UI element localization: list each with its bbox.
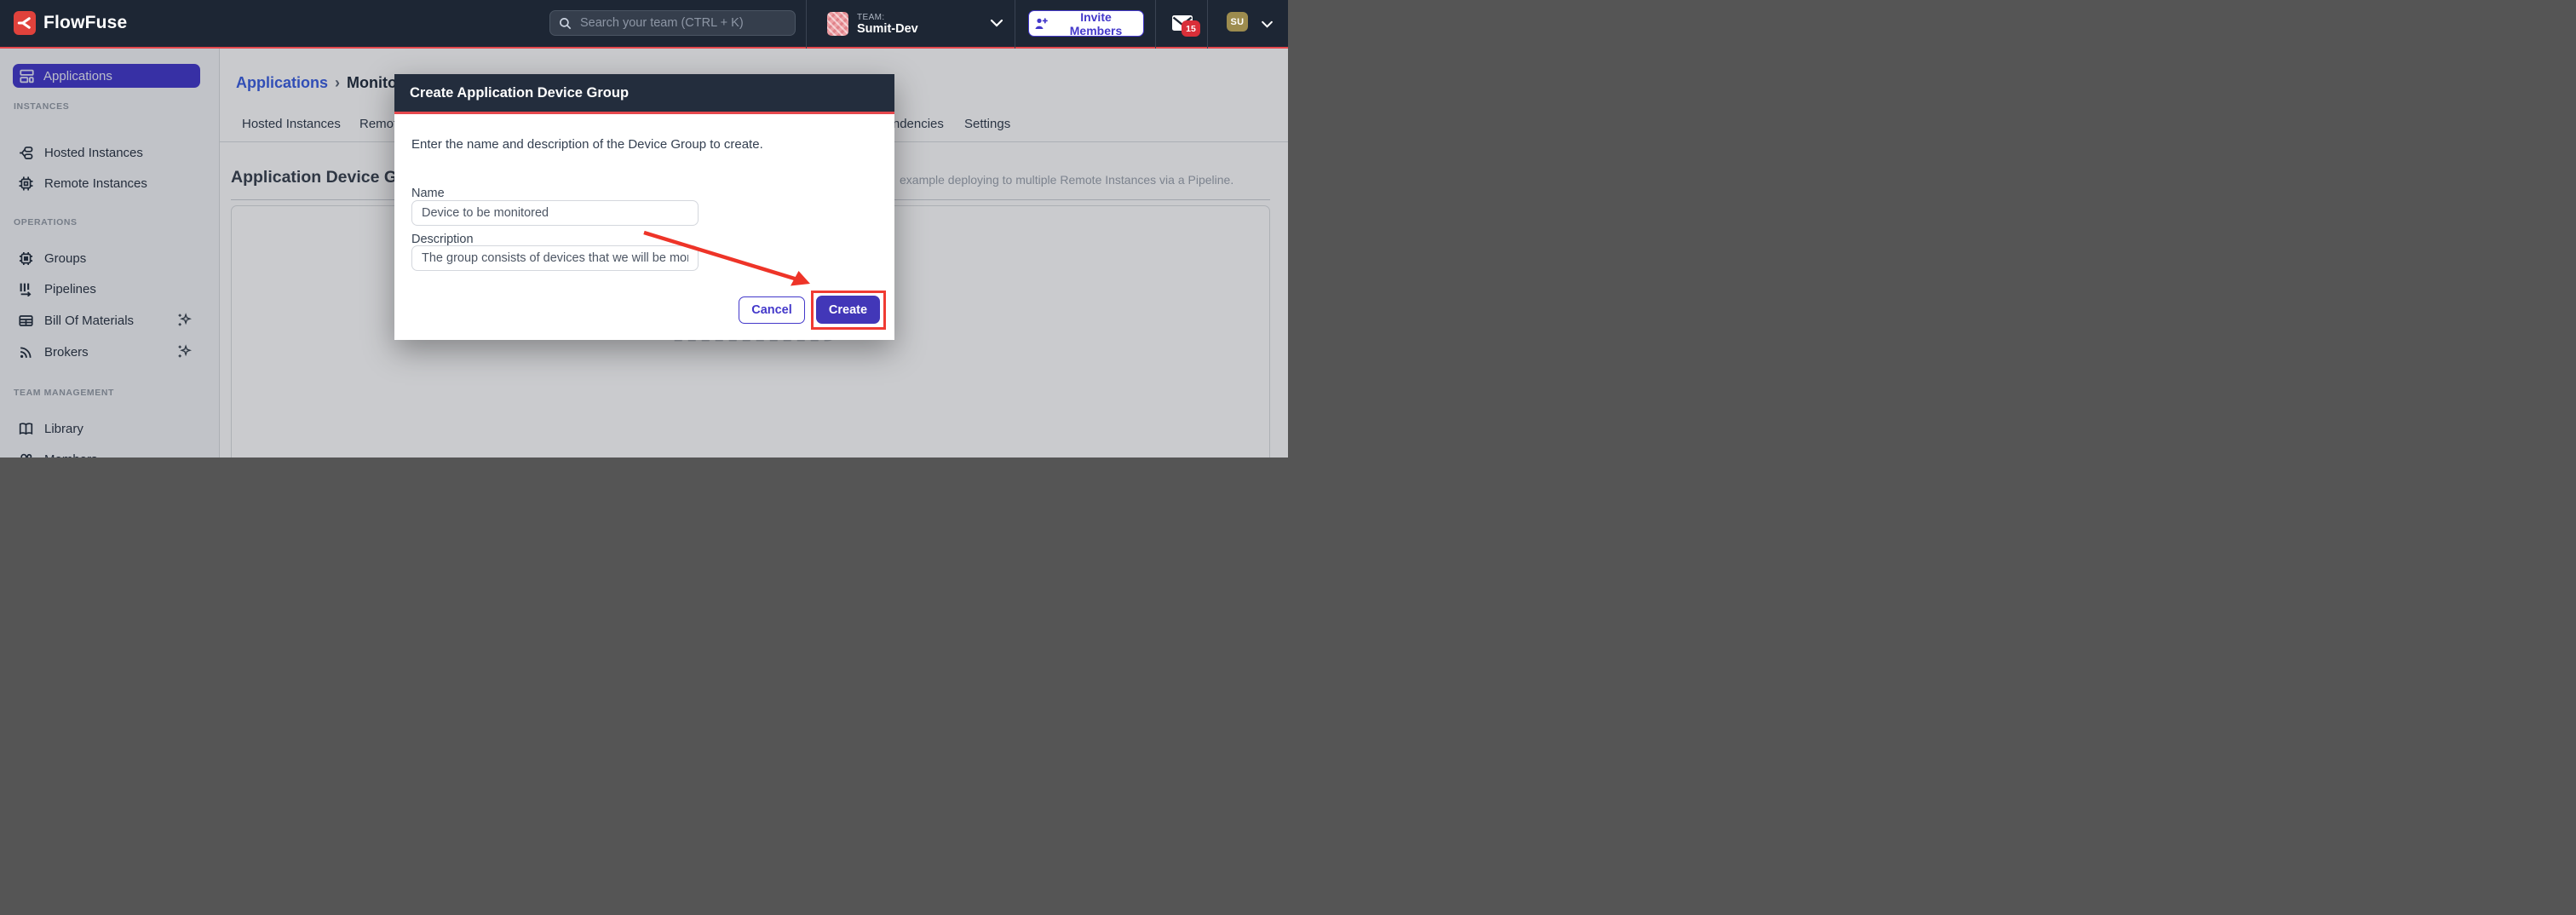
invite-members-label: Invite Members [1054, 10, 1138, 37]
team-name: Sumit-Dev [857, 22, 918, 37]
navbar-divider [806, 0, 807, 49]
description-field-label: Description [411, 233, 474, 246]
flowfuse-app-screen: Applications INSTANCES Hosted Instances … [0, 0, 1288, 458]
modal-title: Create Application Device Group [410, 85, 629, 101]
brand-name: FlowFuse [43, 13, 127, 33]
user-plus-icon [1034, 17, 1048, 30]
name-field-label: Name [411, 187, 445, 200]
user-avatar[interactable]: SU [1227, 12, 1248, 32]
name-input[interactable] [411, 200, 699, 226]
create-button[interactable]: Create [816, 296, 880, 324]
team-search[interactable] [549, 10, 796, 36]
brand[interactable]: FlowFuse [14, 11, 127, 35]
navbar-divider [1207, 0, 1208, 49]
team-selector[interactable]: TEAM: Sumit-Dev [827, 12, 918, 37]
modal-intro-text: Enter the name and description of the De… [411, 137, 763, 152]
notification-badge: 15 [1182, 20, 1200, 37]
create-device-group-modal: Create Application Device Group Enter th… [394, 74, 894, 340]
team-label: TEAM: [857, 13, 918, 22]
top-navbar: FlowFuse TEAM: Sumit-Dev Invite Members [0, 0, 1288, 49]
cancel-button[interactable]: Cancel [739, 296, 805, 324]
navbar-divider [1155, 0, 1156, 49]
search-icon [559, 17, 572, 30]
search-input[interactable] [578, 15, 786, 31]
flowfuse-logo-icon [14, 11, 36, 35]
description-input[interactable] [411, 245, 699, 271]
team-chevron-down-icon[interactable] [990, 19, 1003, 27]
team-avatar [827, 12, 848, 36]
modal-header: Create Application Device Group [394, 74, 894, 114]
invite-members-button[interactable]: Invite Members [1028, 10, 1144, 37]
notifications-button[interactable]: 15 [1172, 15, 1201, 38]
user-menu-chevron-down-icon[interactable] [1261, 20, 1274, 28]
